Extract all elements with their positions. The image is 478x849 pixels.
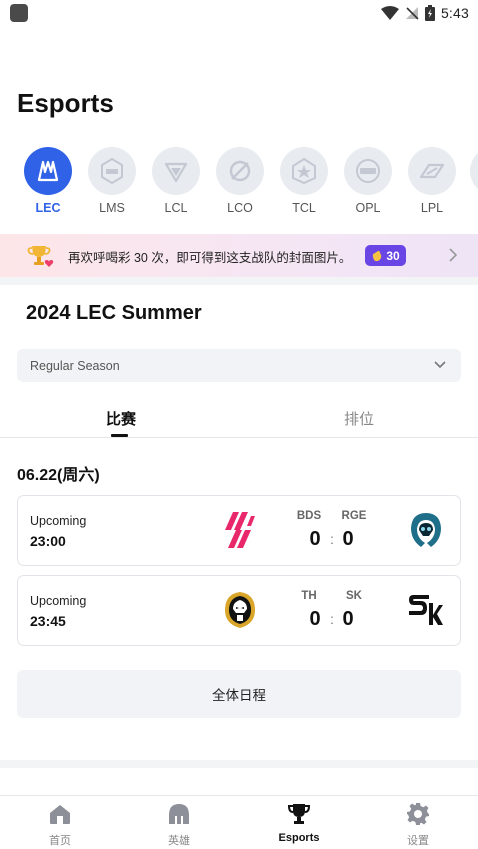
- league-label: LMS: [99, 201, 125, 215]
- league-item-opl[interactable]: OPL: [336, 147, 400, 215]
- league-label: LCO: [227, 201, 253, 215]
- league-selector: LEC LMS LCL LCO TCL OPL LPL: [0, 147, 478, 219]
- chevron-down-icon: [434, 361, 446, 369]
- status-indicators: 5:43: [380, 4, 469, 22]
- tab-bar: 比赛 排位: [0, 396, 478, 438]
- active-tab-indicator: [111, 434, 128, 437]
- battery-charging-icon: [424, 5, 435, 21]
- league-item-lms[interactable]: LMS: [80, 147, 144, 215]
- season-stage-dropdown[interactable]: Regular Season: [17, 349, 461, 382]
- lec-logo-icon: [24, 147, 72, 195]
- section-divider: [0, 277, 478, 285]
- league-item-lco[interactable]: LCO: [208, 147, 272, 215]
- notification-app-icon: [10, 4, 28, 22]
- lms-logo-icon: [88, 147, 136, 195]
- away-score: 0: [342, 528, 354, 550]
- section-divider: [0, 760, 478, 768]
- cheer-reward-banner[interactable]: 再欢呼喝彩 30 次，即可得到这支战队的封面图片。 30: [0, 234, 478, 277]
- tcl-logo-icon: [280, 147, 328, 195]
- home-icon: [20, 802, 100, 826]
- trophy-icon: [259, 802, 339, 826]
- clap-icon: [373, 250, 382, 261]
- nav-item-esports[interactable]: Esports: [259, 802, 339, 844]
- league-label: OPL: [355, 201, 381, 215]
- bottom-navigation: 首页 英雄 Esports 设置: [0, 795, 478, 849]
- match-date-header: 06.22(周六): [17, 467, 100, 484]
- sk-logo-icon: [406, 590, 446, 630]
- lco-logo-icon: [216, 147, 264, 195]
- league-item-more[interactable]: [462, 147, 478, 195]
- cheer-count-badge: 30: [365, 245, 406, 266]
- league-logo-icon: [470, 147, 478, 195]
- home-team-code: TH: [301, 590, 317, 602]
- nav-item-home[interactable]: 首页: [20, 802, 100, 848]
- league-label: TCL: [292, 201, 316, 215]
- gear-icon: [378, 802, 458, 826]
- lcl-logo-icon: [152, 147, 200, 195]
- league-item-lpl[interactable]: LPL: [400, 147, 464, 215]
- trophy-heart-icon: [27, 246, 54, 267]
- match-time: 23:00: [30, 533, 66, 549]
- match-status: Upcoming: [30, 594, 87, 608]
- away-team-code: SK: [346, 590, 362, 602]
- cheer-count: 30: [386, 248, 400, 263]
- nav-label: 设置: [407, 835, 429, 847]
- nav-label: Esports: [278, 832, 320, 844]
- banner-text: 再欢呼喝彩 30 次，即可得到这支战队的封面图片。: [68, 251, 352, 265]
- th-logo-icon: [220, 590, 260, 630]
- match-status: Upcoming: [30, 514, 87, 528]
- champion-helmet-icon: [139, 802, 219, 826]
- nav-item-champions[interactable]: 英雄: [139, 802, 219, 848]
- league-item-lcl[interactable]: LCL: [144, 147, 208, 215]
- nav-item-settings[interactable]: 设置: [378, 802, 458, 848]
- opl-logo-icon: [344, 147, 392, 195]
- season-title: 2024 LEC Summer: [26, 302, 202, 324]
- nav-label: 英雄: [168, 835, 190, 847]
- chevron-right-icon: [449, 248, 458, 262]
- league-label: LPL: [420, 201, 444, 215]
- bds-logo-icon: [220, 510, 260, 550]
- lpl-logo-icon: [408, 147, 456, 195]
- status-time: 5:43: [440, 5, 469, 21]
- tab-matches[interactable]: 比赛: [106, 408, 136, 429]
- rge-logo-icon: [406, 510, 446, 550]
- match-card[interactable]: Upcoming 23:45 TH SK 0 : 0: [17, 575, 461, 646]
- full-schedule-button[interactable]: 全体日程: [17, 670, 461, 718]
- away-score: 0: [342, 608, 354, 630]
- league-item-tcl[interactable]: TCL: [272, 147, 336, 215]
- away-team-code: RGE: [341, 510, 367, 522]
- page-title: Esports: [17, 88, 114, 118]
- league-label: LEC: [35, 201, 61, 215]
- no-signal-icon: [405, 7, 419, 20]
- wifi-icon: [380, 6, 399, 20]
- home-team-code: BDS: [296, 510, 322, 522]
- dropdown-selected-value: Regular Season: [30, 359, 120, 373]
- nav-label: 首页: [49, 835, 71, 847]
- status-bar: 5:43: [0, 0, 478, 26]
- tab-standings[interactable]: 排位: [344, 408, 374, 429]
- match-card[interactable]: Upcoming 23:00 BDS RGE 0 : 0: [17, 495, 461, 566]
- match-time: 23:45: [30, 613, 66, 629]
- league-label: LCL: [164, 201, 188, 215]
- league-item-lec[interactable]: LEC: [16, 147, 80, 215]
